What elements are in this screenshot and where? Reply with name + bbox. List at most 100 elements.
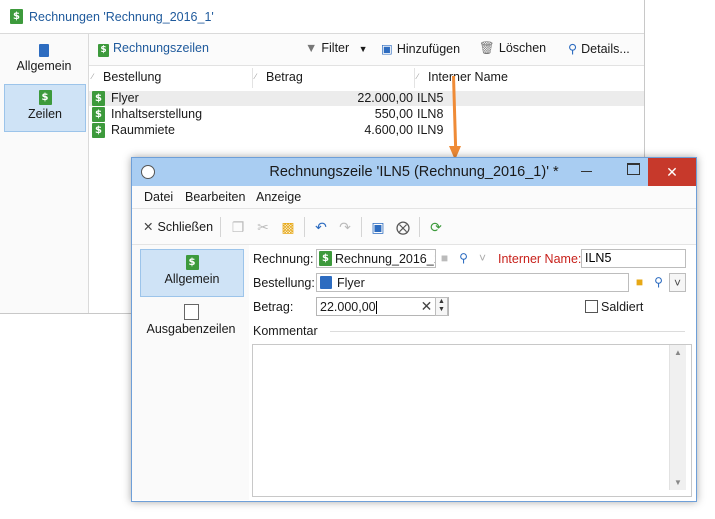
table-row[interactable]: $ Inhaltserstellung 550,00 ILN8	[89, 107, 644, 122]
order-value: Flyer	[337, 276, 365, 290]
scroll-up-icon[interactable]: ▲	[674, 348, 682, 357]
sidebar-item-zeilen[interactable]: $ Zeilen	[4, 84, 86, 132]
row-betrag: 550,00	[374, 107, 413, 121]
list-toolbar: $ Rechnungszeilen ▼ Filter ▼ ▣ Hinzufügen 🗑…	[89, 34, 644, 66]
invoice-doc-icon: $	[10, 9, 23, 24]
undo-icon[interactable]: ↶	[312, 218, 330, 236]
dialog-sidebar: $ Allgemein Ausgabenzeilen	[132, 245, 249, 500]
copy-icon[interactable]: ❐	[229, 218, 247, 236]
redo-icon[interactable]: ↷	[336, 218, 354, 236]
row-bestellung: Inhaltserstellung	[111, 107, 203, 121]
table-row[interactable]: $ Raummiete 4.600,00 ILN9	[89, 123, 644, 138]
paste-icon[interactable]: ▩	[279, 218, 297, 236]
comment-scrollbar[interactable]: ▲ ▼	[669, 345, 686, 490]
invoice-lines-icon: $	[38, 90, 52, 105]
order-icon	[320, 276, 332, 289]
details-button[interactable]: ⚲ Details...	[568, 41, 630, 56]
close-icon: ✕	[143, 220, 154, 234]
row-interner-name: ILN5	[417, 91, 444, 105]
invoice-field[interactable]: $ Rechnung_2016_1	[316, 249, 436, 268]
sidebar-item-label: Allgemein	[16, 59, 72, 73]
settled-label: Saldiert	[601, 300, 644, 314]
invoice-line-icon: $	[92, 107, 105, 122]
comment-field[interactable]	[252, 344, 692, 497]
menu-anzeige[interactable]: Anzeige	[256, 190, 301, 204]
toolbar-divider	[361, 217, 362, 237]
filter-button[interactable]: ▼ Filter ▼	[305, 41, 368, 55]
row-interner-name: ILN9	[417, 123, 444, 137]
folder-icon[interactable]: ■	[631, 273, 648, 292]
table-row[interactable]: $ Flyer 22.000,00 ILN5	[89, 91, 644, 106]
order-label: Bestellung:	[253, 276, 315, 290]
menu-datei[interactable]: Datei	[144, 190, 173, 204]
add-icon: ▣	[381, 42, 393, 56]
amount-stepper[interactable]: ▲ ▼	[435, 297, 448, 316]
close-label: Schließen	[157, 220, 214, 234]
cut-icon[interactable]: ✂	[254, 218, 272, 236]
settled-checkbox[interactable]	[585, 300, 598, 313]
sort-grip-icon: ∕	[92, 72, 94, 81]
row-betrag: 22.000,00	[357, 91, 413, 105]
section-label: $ Rechnungszeilen	[98, 41, 209, 57]
add-button[interactable]: ▣ Hinzufügen	[381, 41, 460, 56]
sidebar-item-allgemein[interactable]: Allgemein	[4, 38, 84, 84]
sidebar-item-label: Allgemein	[164, 272, 220, 286]
sidebar-item-label: Ausgabenzeilen	[146, 322, 236, 336]
chevron-down-icon[interactable]: ˅	[669, 273, 686, 292]
dialog-title-bar[interactable]: Rechnungszeile 'ILN5 (Rechnung_2016_1)' …	[132, 158, 696, 186]
minimize-icon[interactable]	[581, 171, 592, 172]
trash-icon: 🗑	[479, 41, 495, 55]
add-label: Hinzufügen	[396, 42, 461, 56]
save-icon[interactable]: ▣	[369, 218, 387, 236]
window-title-bar: $ Rechnungen 'Rechnung_2016_1'	[0, 0, 644, 34]
column-header-betrag[interactable]: Betrag	[266, 70, 303, 84]
column-divider[interactable]	[414, 68, 415, 88]
clipboard-icon	[39, 44, 49, 57]
column-header-interner-name[interactable]: Interner Name	[428, 70, 508, 84]
row-bestellung: Flyer	[111, 91, 139, 105]
internal-name-field[interactable]	[581, 249, 686, 268]
refresh-icon[interactable]: ⟳	[427, 218, 445, 236]
row-bestellung: Raummiete	[111, 123, 175, 137]
scroll-down-icon[interactable]: ▼	[674, 478, 682, 487]
delete-label: Löschen	[498, 41, 547, 55]
maximize-icon[interactable]	[627, 163, 640, 175]
chevron-down-icon[interactable]: ▼	[359, 44, 368, 54]
text-cursor	[375, 301, 377, 315]
window-title: Rechnungen 'Rechnung_2016_1'	[29, 10, 214, 24]
search-icon[interactable]: ⚲	[650, 273, 667, 292]
sort-grip-icon: ∕	[417, 72, 419, 81]
invoice-line-dialog: Rechnungszeile 'ILN5 (Rechnung_2016_1)' …	[131, 157, 697, 502]
search-icon[interactable]: ⚲	[455, 249, 472, 268]
amount-value: 22.000,00	[320, 300, 376, 314]
menu-bearbeiten[interactable]: Bearbeiten	[185, 190, 245, 204]
sidebar-item-label: Zeilen	[27, 107, 63, 121]
order-field[interactable]: Flyer	[316, 273, 629, 292]
sidebar: Allgemein $ Zeilen	[0, 34, 89, 313]
column-header-bestellung[interactable]: Bestellung	[103, 70, 161, 84]
folder-icon[interactable]: ■	[436, 249, 453, 268]
comment-divider	[330, 331, 685, 332]
internal-name-label: Interner Name:	[498, 252, 582, 266]
delete-button[interactable]: 🗑 Löschen	[479, 41, 546, 56]
clear-icon[interactable]: ✕	[418, 297, 435, 316]
cancel-icon[interactable]: ⨂	[394, 218, 412, 236]
row-betrag: 4.600,00	[364, 123, 413, 137]
row-interner-name: ILN8	[417, 107, 444, 121]
details-label: Details...	[581, 42, 630, 56]
search-icon: ⚲	[568, 42, 578, 56]
column-divider[interactable]	[252, 68, 253, 88]
invoice-lines-icon: $	[98, 44, 109, 57]
chevron-down-icon[interactable]: ˅	[474, 249, 491, 268]
close-button[interactable]: ✕ Schließen	[143, 219, 213, 234]
close-window-button[interactable]: ✕	[648, 158, 696, 186]
invoice-label: Rechnung:	[253, 252, 314, 266]
dialog-toolbar: ✕ Schließen ❐ ✂ ▩ ↶ ↷ ▣ ⨂ ⟳	[132, 209, 696, 245]
toolbar-divider	[220, 217, 221, 237]
invoice-value: Rechnung_2016_1	[335, 252, 436, 266]
sort-grip-icon: ∕	[255, 72, 257, 81]
sidebar-item-ausgabenzeilen[interactable]: Ausgabenzeilen	[140, 299, 242, 345]
dialog-title: Rechnungszeile 'ILN5 (Rechnung_2016_1)' …	[269, 164, 559, 180]
sidebar-item-allgemein[interactable]: $ Allgemein	[140, 249, 244, 297]
toolbar-divider	[419, 217, 420, 237]
